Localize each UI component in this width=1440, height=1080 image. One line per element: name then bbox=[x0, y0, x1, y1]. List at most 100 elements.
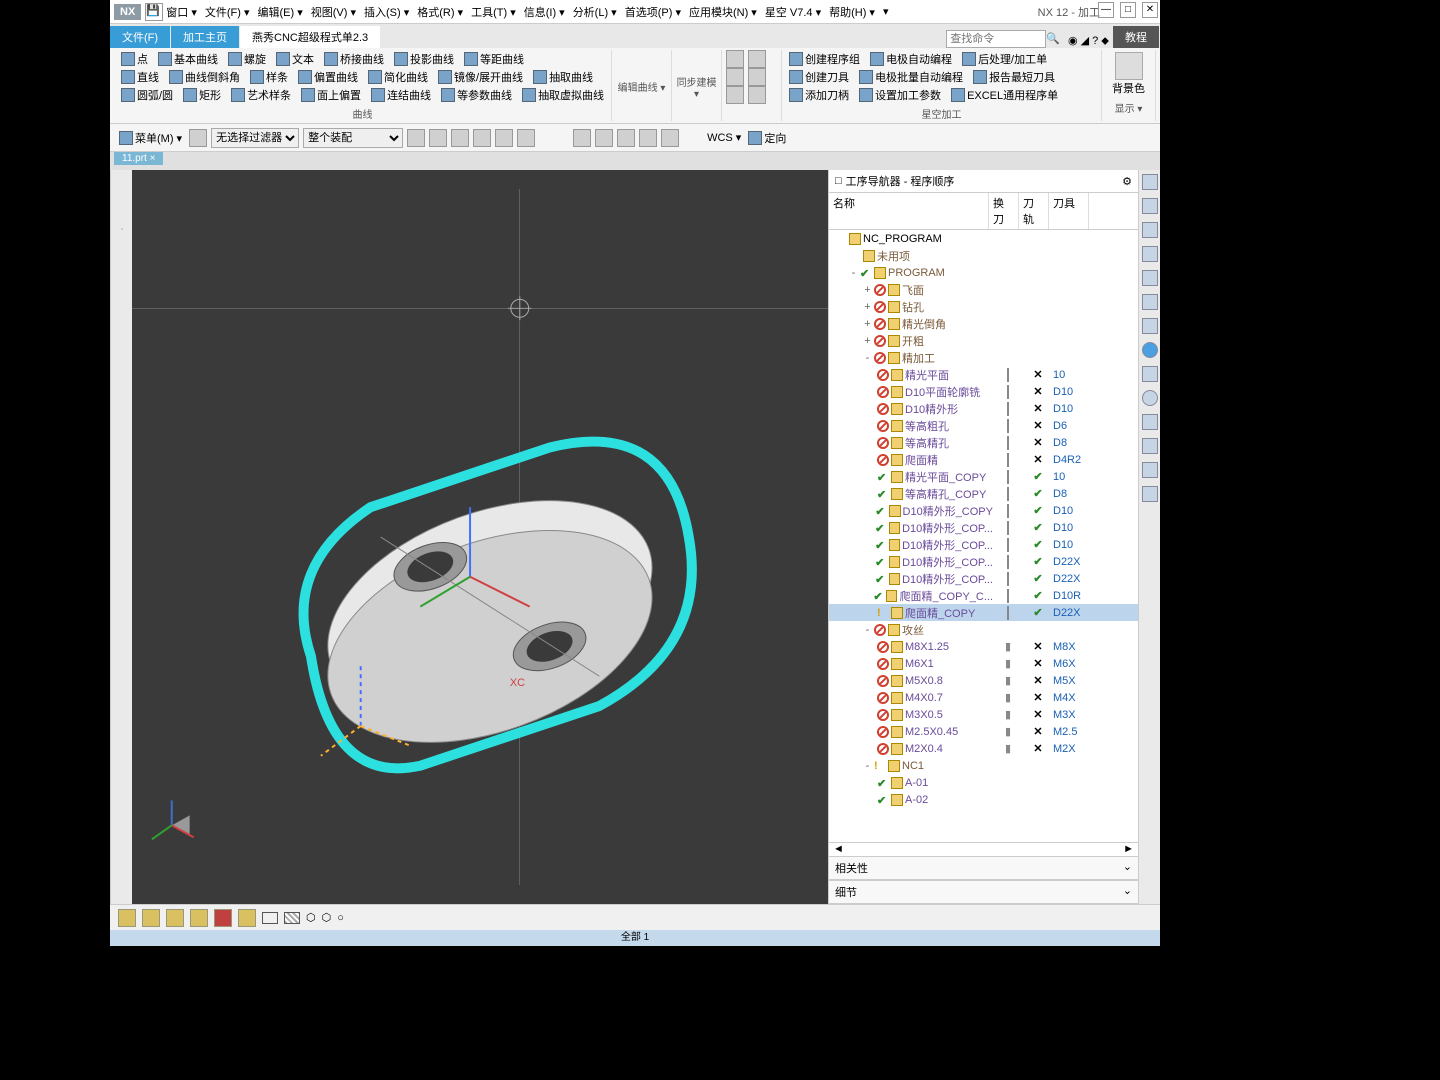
bi5[interactable] bbox=[214, 909, 232, 927]
op-row[interactable]: ✔精光平面_COPY✔10 bbox=[829, 468, 1138, 485]
menu-item[interactable]: 插入(S) ▾ bbox=[361, 4, 412, 20]
menu-item[interactable]: 格式(R) ▾ bbox=[414, 4, 466, 20]
ribbon-cmd[interactable]: EXCEL通用程序单 bbox=[948, 86, 1061, 104]
ribbon-cmd[interactable]: 曲线倒斜角 bbox=[166, 68, 243, 86]
group-row[interactable]: +飞面 bbox=[829, 281, 1138, 298]
ribbon-cmd[interactable]: 设置加工参数 bbox=[856, 86, 944, 104]
rt-ic5[interactable] bbox=[1142, 270, 1158, 286]
op-row[interactable]: D10平面轮廓铣✕D10 bbox=[829, 383, 1138, 400]
menu-item[interactable]: 分析(L) ▾ bbox=[570, 4, 620, 20]
nav-ie-icon[interactable] bbox=[121, 228, 123, 230]
bi4[interactable] bbox=[190, 909, 208, 927]
col-name[interactable]: 名称 bbox=[829, 193, 989, 229]
ribbon-cmd[interactable]: 直线 bbox=[118, 68, 162, 86]
op-row[interactable]: ✔D10精外形_COP...✔D22X bbox=[829, 570, 1138, 587]
group-row[interactable]: -攻丝 bbox=[829, 621, 1138, 638]
group-row[interactable]: -!NC1 bbox=[829, 757, 1138, 774]
op-row[interactable]: D10精外形✕D10 bbox=[829, 400, 1138, 417]
ribbon-cmd[interactable]: 添加刀柄 bbox=[786, 86, 852, 104]
group-row[interactable]: NC_PROGRAM bbox=[829, 230, 1138, 247]
rt-ic1[interactable] bbox=[1142, 174, 1158, 190]
ribbon-cmd[interactable]: 镜像/展开曲线 bbox=[435, 68, 526, 86]
menu-item[interactable]: 文件(F) ▾ bbox=[202, 4, 253, 20]
filter-select[interactable]: 无选择过滤器 bbox=[211, 128, 299, 148]
hscroll-left[interactable]: ◄ bbox=[833, 843, 844, 856]
menu-item[interactable]: 编辑(E) ▾ bbox=[254, 4, 305, 20]
col-tool[interactable]: 刀具 bbox=[1049, 193, 1089, 229]
hscroll-right[interactable]: ► bbox=[1123, 843, 1134, 856]
group-row[interactable]: -精加工 bbox=[829, 349, 1138, 366]
ribbon-cmd[interactable]: 艺术样条 bbox=[228, 86, 294, 104]
ribbon-cmd[interactable]: 电极批量自动编程 bbox=[856, 68, 966, 86]
col-path[interactable]: 刀轨 bbox=[1019, 193, 1049, 229]
group-sync[interactable]: 同步建模 ▾ bbox=[676, 74, 717, 100]
help-icons[interactable]: ◉ ◢ ? ⬥ bbox=[1064, 34, 1113, 48]
menu-button[interactable]: 菜单(M) ▾ bbox=[116, 129, 185, 147]
rt-ic9[interactable] bbox=[1142, 366, 1158, 382]
op-row[interactable]: 等高精孔✕D8 bbox=[829, 434, 1138, 451]
rt-ic11[interactable] bbox=[1142, 438, 1158, 454]
op-row[interactable]: M4X0.7▮✕M4X bbox=[829, 689, 1138, 706]
menu-item[interactable]: ▾ bbox=[880, 5, 892, 18]
tab-home[interactable]: 加工主页 bbox=[171, 26, 239, 48]
rt-clock-icon[interactable] bbox=[1142, 390, 1158, 406]
op-row[interactable]: ✔等高精孔_COPY✔D8 bbox=[829, 485, 1138, 502]
group-display[interactable]: 显示 ▾ bbox=[1106, 100, 1151, 115]
op-row[interactable]: ✔D10精外形_COPY✔D10 bbox=[829, 502, 1138, 519]
op-tree[interactable]: NC_PROGRAM未用项-✔PROGRAM+飞面+钻孔+精光倒角+开粗-精加工… bbox=[829, 230, 1138, 842]
bi-circle[interactable]: ○ bbox=[337, 912, 344, 924]
orient-button[interactable]: 定向 bbox=[745, 129, 789, 147]
menu-item[interactable]: 视图(V) ▾ bbox=[308, 4, 359, 20]
tb-ic3[interactable] bbox=[451, 129, 469, 147]
bi-rect2[interactable] bbox=[284, 912, 300, 924]
op-row[interactable]: 精光平面✕10 bbox=[829, 366, 1138, 383]
group-edit-curve[interactable]: 编辑曲线 ▾ bbox=[618, 79, 666, 94]
op-row[interactable]: M8X1.25▮✕M8X bbox=[829, 638, 1138, 655]
tb-ic5[interactable] bbox=[495, 129, 513, 147]
tb-ic4[interactable] bbox=[473, 129, 491, 147]
op-row[interactable]: ✔爬面精_COPY_C...✔D10R bbox=[829, 587, 1138, 604]
op-row[interactable]: M6X1▮✕M6X bbox=[829, 655, 1138, 672]
op-row[interactable]: ✔D10精外形_COP...✔D10 bbox=[829, 536, 1138, 553]
group-row[interactable]: 未用项 bbox=[829, 247, 1138, 264]
ribbon-cmd[interactable]: 文本 bbox=[273, 50, 317, 68]
bi-hex2[interactable]: ⬡ bbox=[322, 911, 332, 924]
ribbon-cmd[interactable]: 连结曲线 bbox=[368, 86, 434, 104]
ribbon-cmd[interactable]: 面上偏置 bbox=[298, 86, 364, 104]
rt-ic2[interactable] bbox=[1142, 198, 1158, 214]
layer-icon[interactable] bbox=[726, 50, 744, 68]
op-row[interactable]: 爬面精✕D4R2 bbox=[829, 451, 1138, 468]
ribbon-cmd[interactable]: 等距曲线 bbox=[461, 50, 527, 68]
group-row[interactable]: +钻孔 bbox=[829, 298, 1138, 315]
section-detail[interactable]: 细节⌄ bbox=[829, 880, 1138, 904]
rt-ic8[interactable] bbox=[1142, 342, 1158, 358]
zoom-icon[interactable] bbox=[595, 129, 613, 147]
op-row[interactable]: ✔A-02 bbox=[829, 791, 1138, 808]
rt-ic3[interactable] bbox=[1142, 222, 1158, 238]
layer4-icon[interactable] bbox=[748, 68, 766, 86]
menu-item[interactable]: 应用模块(N) ▾ bbox=[686, 4, 760, 20]
bi1[interactable] bbox=[118, 909, 136, 927]
op-row[interactable]: ✔A-01 bbox=[829, 774, 1138, 791]
ribbon-cmd[interactable]: 创建程序组 bbox=[786, 50, 863, 68]
wire-icon[interactable] bbox=[639, 129, 657, 147]
ribbon-cmd[interactable]: 后处理/加工单 bbox=[959, 50, 1050, 68]
group-row[interactable]: +精光倒角 bbox=[829, 315, 1138, 332]
tab-tutorial[interactable]: 教程 bbox=[1113, 26, 1159, 48]
ribbon-cmd[interactable]: 报告最短刀具 bbox=[970, 68, 1058, 86]
ribbon-cmd[interactable]: 圆弧/圆 bbox=[118, 86, 176, 104]
ribbon-cmd[interactable]: 等参数曲线 bbox=[438, 86, 515, 104]
tb-ic1[interactable] bbox=[407, 129, 425, 147]
bi-rect[interactable] bbox=[262, 912, 278, 924]
layer6-icon[interactable] bbox=[748, 86, 766, 104]
tab-file[interactable]: 文件(F) bbox=[110, 26, 170, 48]
pin-icon[interactable]: □ bbox=[835, 175, 842, 187]
ribbon-cmd[interactable]: 样条 bbox=[247, 68, 291, 86]
tab-plugin[interactable]: 燕秀CNC超级程式单2.3 bbox=[240, 26, 380, 48]
wcs-dropdown[interactable]: WCS ▾ bbox=[707, 131, 741, 144]
group-row[interactable]: -✔PROGRAM bbox=[829, 264, 1138, 281]
fit-icon[interactable] bbox=[573, 129, 591, 147]
rt-ic10[interactable] bbox=[1142, 414, 1158, 430]
op-row[interactable]: M5X0.8▮✕M5X bbox=[829, 672, 1138, 689]
menu-item[interactable]: 星空 V7.4 ▾ bbox=[762, 4, 824, 20]
